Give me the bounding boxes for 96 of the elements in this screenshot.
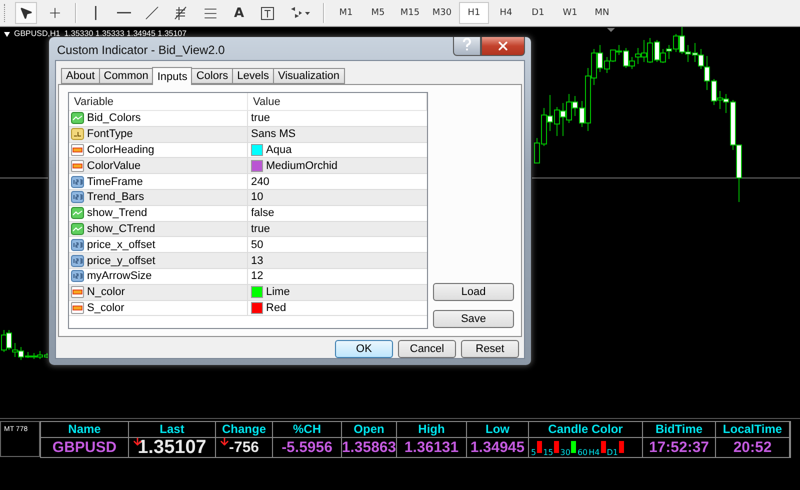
column-header: High <box>397 422 466 438</box>
vertical-line-icon <box>95 6 97 20</box>
number-icon <box>71 254 84 267</box>
trend-line-icon <box>145 6 159 20</box>
variable-value[interactable]: 240 <box>251 176 270 188</box>
column-header: Candle Color <box>529 422 642 438</box>
variable-name: FontType <box>87 128 133 140</box>
close-icon <box>496 39 510 53</box>
text-label-icon <box>260 6 275 20</box>
quote-value: 1.35107 <box>138 436 206 458</box>
timeframe-button[interactable]: M15 <box>395 2 425 24</box>
timeframe-label: 30 <box>560 448 570 457</box>
column-header: Low <box>467 422 528 438</box>
quote-value: 1.35863 <box>342 439 396 456</box>
close-button[interactable] <box>481 37 525 56</box>
timeframe-button[interactable]: M1 <box>331 2 361 24</box>
timeframe-label: 60 <box>577 448 588 457</box>
number-icon <box>71 238 84 251</box>
timeframe-button[interactable]: M30 <box>427 2 457 24</box>
variable-name: TimeFrame <box>87 176 143 188</box>
number-icon <box>71 176 84 188</box>
timeframe-label: 5 <box>531 448 536 457</box>
arrows-icon <box>289 6 311 20</box>
number-icon <box>71 191 84 204</box>
column-header: LocalTime <box>716 422 789 438</box>
quote-value: GBPUSD <box>52 439 117 456</box>
variable-value[interactable]: 50 <box>251 238 264 251</box>
variable-value[interactable]: true <box>251 112 270 124</box>
timeframe-label: H4 <box>588 448 600 457</box>
text-tool-button[interactable]: A <box>228 2 250 24</box>
dialog-tab[interactable]: Colors <box>191 68 234 84</box>
column-header: Name <box>41 422 128 438</box>
chart-quote: 1.35330 1.35333 1.34945 1.35107 <box>64 29 187 39</box>
variable-value[interactable]: true <box>251 222 270 235</box>
variable-value[interactable]: Lime <box>266 286 290 298</box>
chart-symbol: GBPUSD,H1 <box>14 29 60 39</box>
dialog-button[interactable]: OK <box>335 340 393 358</box>
variable-value[interactable]: false <box>251 207 274 220</box>
variable-name: ColorValue <box>87 160 141 172</box>
timeframe-label: 15 <box>543 448 554 457</box>
horizontal-line-icon <box>117 12 131 14</box>
dialog-tab[interactable]: Visualization <box>272 68 344 84</box>
column-header: Change <box>216 422 272 438</box>
quote-value: 20:52 <box>733 439 772 456</box>
dialog-button[interactable]: Reset <box>461 340 519 358</box>
dialog-tab[interactable]: Levels <box>232 68 274 84</box>
help-button[interactable] <box>453 37 481 56</box>
timeframe-button[interactable]: H1 <box>459 2 489 24</box>
timeframe-button[interactable]: D1 <box>523 2 553 24</box>
variable-name: Trend_Bars <box>87 191 144 204</box>
variable-name: price_y_offset <box>87 254 156 267</box>
timeframe-button[interactable]: W1 <box>555 2 585 24</box>
dropdown-triangle-icon[interactable] <box>4 32 10 36</box>
fibonacci-icon <box>173 5 189 21</box>
question-icon <box>462 38 472 50</box>
dialog-tab[interactable]: Inputs <box>152 67 192 85</box>
variable-name: ColorHeading <box>87 144 154 156</box>
dialog-tab[interactable]: About <box>61 68 100 84</box>
variable-value[interactable]: Sans MS <box>251 128 296 140</box>
timeframe-label: D1 <box>606 448 618 457</box>
variable-name: Bid_Colors <box>87 112 141 124</box>
dialog-tab[interactable]: Common <box>98 68 154 84</box>
timeframe-button[interactable]: M5 <box>363 2 393 24</box>
variable-name: price_x_offset <box>87 238 156 251</box>
variable-value[interactable]: 12 <box>251 270 264 282</box>
quote-value: 17:52:37 <box>648 439 710 456</box>
tool-button[interactable] <box>15 2 37 24</box>
timeframe-button[interactable]: MN <box>587 2 617 24</box>
number-icon <box>71 270 84 282</box>
crosshair-icon <box>47 5 63 21</box>
variable-value[interactable]: 10 <box>251 191 264 204</box>
variable-value[interactable]: Red <box>266 302 286 314</box>
variable-name: S_color <box>87 302 124 314</box>
column-header: Last <box>129 422 215 438</box>
side-button[interactable]: Load <box>433 283 514 301</box>
quote-value: 1.34945 <box>470 439 525 456</box>
color-icon <box>71 160 84 172</box>
variable-name: show_Trend <box>87 207 148 220</box>
string-icon <box>71 128 84 140</box>
variable-value[interactable]: Aqua <box>266 144 292 156</box>
timeframe-button[interactable]: H4 <box>491 2 521 24</box>
cursor-icon <box>19 6 33 20</box>
quote-value: -756 <box>228 439 260 456</box>
dialog-title: Custom Indicator - Bid_View2.0 <box>57 43 225 57</box>
variable-name: N_color <box>87 286 125 298</box>
side-button[interactable]: Save <box>433 310 514 328</box>
column-header: Open <box>342 422 396 438</box>
variable-name: show_CTrend <box>87 222 156 235</box>
column-header: %CH <box>273 422 341 438</box>
variable-value[interactable]: MediumOrchid <box>266 160 338 172</box>
variable-name: myArrowSize <box>87 270 152 282</box>
quote-value: 1.36131 <box>404 439 459 456</box>
variable-value[interactable]: 13 <box>251 254 264 267</box>
column-header: BidTime <box>643 422 715 438</box>
quote-value: -5.5956 <box>282 439 332 456</box>
dialog-button[interactable]: Cancel <box>398 340 456 358</box>
